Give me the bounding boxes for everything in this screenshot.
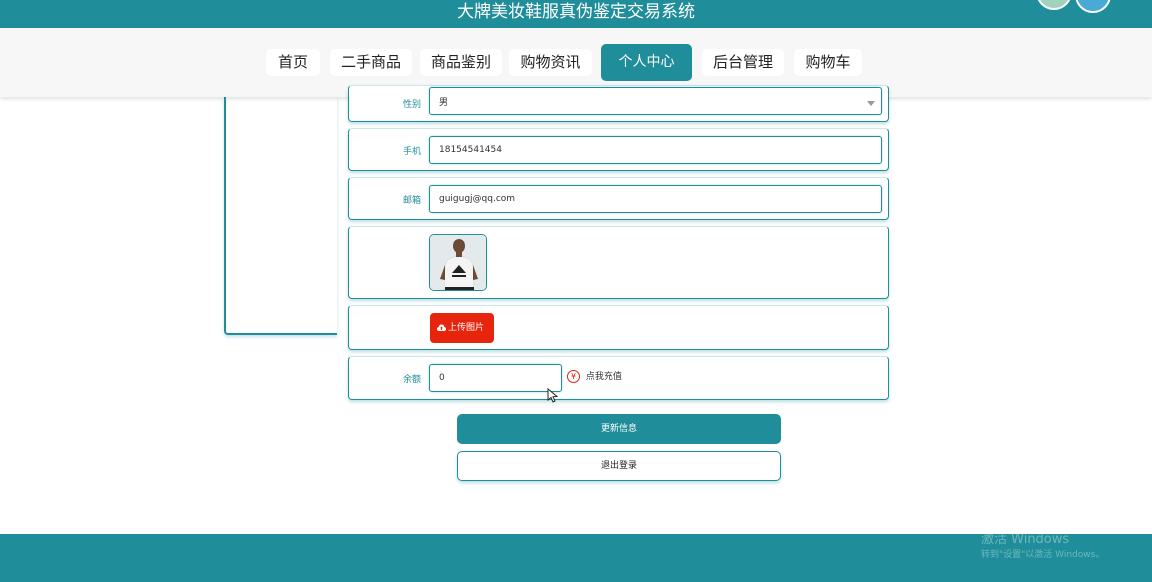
mouse-cursor-icon: [547, 388, 559, 403]
watermark-subtitle: 转到"设置"以激活 Windows。: [981, 550, 1105, 560]
site-title: 大牌美妆鞋服真伪鉴定交易系统: [457, 2, 695, 22]
nav-news[interactable]: 购物资讯: [509, 49, 592, 76]
windows-activation-watermark: 激活 Windows 转到"设置"以激活 Windows。: [981, 532, 1104, 562]
upload-row: 上传图片: [348, 305, 889, 350]
cloud-upload-icon: [437, 324, 446, 331]
nav-second-hand[interactable]: 二手商品: [330, 49, 412, 76]
person-photo-image: [430, 235, 486, 290]
phone-input[interactable]: 18154541454: [429, 136, 882, 164]
yen-icon: ¥: [567, 370, 580, 383]
phone-row: 手机 18154541454: [348, 128, 889, 171]
photo-row: [348, 226, 889, 299]
upload-label: 上传图片: [448, 323, 485, 333]
top-bar: 大牌美妆鞋服真伪鉴定交易系统: [0, 0, 1152, 28]
gender-select[interactable]: 男: [429, 87, 882, 115]
gender-row: 性别 男: [348, 85, 889, 122]
email-row: 邮箱 guigugj@qq.com: [348, 177, 889, 220]
phone-label: 手机: [402, 147, 421, 157]
nav-personal-center[interactable]: 个人中心: [601, 44, 692, 81]
logout-button[interactable]: 退出登录: [457, 451, 781, 481]
email-input[interactable]: guigugj@qq.com: [429, 185, 882, 213]
sidebar-panel: [224, 97, 337, 335]
chevron-down-icon: [867, 101, 875, 106]
update-info-button[interactable]: 更新信息: [457, 414, 781, 444]
balance-label: 余额: [402, 375, 421, 385]
gender-label: 性别: [402, 100, 421, 110]
nav-home[interactable]: 首页: [266, 49, 320, 76]
footer: [0, 534, 1152, 582]
nav-authentication[interactable]: 商品鉴别: [420, 49, 502, 76]
gender-value: 男: [439, 98, 449, 108]
watermark-title: 激活 Windows: [981, 532, 1070, 547]
nav-admin[interactable]: 后台管理: [702, 49, 784, 76]
nav-cart[interactable]: 购物车: [794, 49, 862, 76]
email-label: 邮箱: [402, 196, 421, 206]
recharge-label: 点我充值: [585, 372, 622, 382]
upload-image-button[interactable]: 上传图片: [430, 313, 494, 343]
avatar-photo[interactable]: [429, 234, 487, 291]
recharge-link[interactable]: ¥ 点我充值: [567, 369, 622, 383]
balance-row: 余额 0 ¥ 点我充值: [348, 356, 889, 400]
balance-input[interactable]: 0: [429, 364, 562, 392]
